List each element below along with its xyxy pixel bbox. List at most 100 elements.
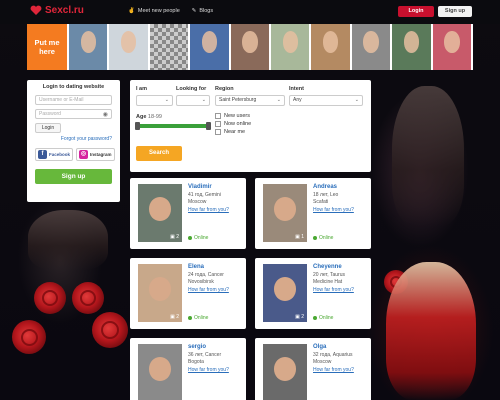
handshake-icon: ✌ [128,8,135,14]
profile-card[interactable]: Olga 32 года, Aquarius Moscow How far fr… [255,338,371,400]
photo-count: 2 [301,314,304,320]
featured-thumb[interactable] [109,24,148,70]
heart-icon [30,5,42,16]
online-dot [188,236,192,240]
distance-link[interactable]: How far from you? [188,287,229,293]
featured-thumb-blurred[interactable] [149,24,189,70]
chevron-down-icon: ⌄ [201,97,206,103]
profile-age-sign: 24 года, Cancer [188,272,224,278]
profile-name[interactable]: Vladimir [188,184,212,190]
search-panel: I am ⌄ Looking for ⌄ Region Saint Peters… [130,80,371,172]
profile-city: Medicine Hat [313,279,343,285]
checkbox-label: Now online [224,121,252,127]
region-select[interactable]: Saint Petersburg ⌄ [215,95,285,106]
now-online-checkbox[interactable]: Now online [215,121,251,127]
profile-city: Scafati [313,199,329,205]
top-nav: ✌ Meet new people ✎ Blogs [128,8,213,14]
featured-thumb[interactable] [311,24,350,70]
photo-count: 1 [301,234,304,240]
i-am-select[interactable]: ⌄ [136,95,173,106]
forgot-password-link[interactable]: Forgot your password? [35,136,112,142]
featured-thumb[interactable] [392,24,431,70]
featured-thumb[interactable] [190,24,229,70]
login-button[interactable]: Login [398,6,434,17]
profile-card[interactable]: ▣ 2 Cheyenne 20 лет, Taurus Medicine Hat… [255,258,371,329]
profile-photo[interactable] [263,344,307,400]
chevron-down-icon: ⌄ [164,97,169,103]
age-label-text: Age [136,114,147,120]
pen-icon: ✎ [191,8,197,14]
nav-meet-new-people[interactable]: ✌ Meet new people [128,8,180,14]
age-slider[interactable] [135,122,211,130]
photo-count: 2 [176,234,179,240]
profile-card[interactable]: ▣ 2 Vladimir 41 год, Gemini Moscow How f… [130,178,246,249]
search-button[interactable]: Search [136,146,182,161]
featured-thumb[interactable] [230,24,270,70]
profile-photo[interactable]: ▣ 2 [138,264,182,322]
looking-for-select[interactable]: ⌄ [176,95,210,106]
signup-panel-button[interactable]: Sign up [35,169,112,184]
age-slider-max-handle[interactable] [206,122,211,130]
distance-link[interactable]: How far from you? [188,367,229,373]
featured-thumb[interactable] [69,24,108,70]
profile-name[interactable]: Andreas [313,184,337,190]
profile-photo[interactable] [138,344,182,400]
login-submit-button[interactable]: Login [35,123,61,133]
nav-blogs[interactable]: ✎ Blogs [192,8,213,14]
profile-card[interactable]: sergio 36 лет, Cancer Bogota How far fro… [130,338,246,400]
rose-decoration [72,282,104,314]
profile-name[interactable]: Olga [313,344,326,350]
checkbox-box [215,129,221,135]
looking-for-label: Looking for [176,86,207,92]
near-me-checkbox[interactable]: Near me [215,129,245,135]
rose-decoration [34,282,66,314]
checkbox-box [215,121,221,127]
put-me-here-button[interactable]: Put me here [27,24,67,70]
profile-name[interactable]: Elena [188,264,204,270]
status-label: Online [319,235,334,241]
featured-thumb[interactable] [271,24,310,70]
signup-button[interactable]: Sign up [438,6,472,17]
profile-photo[interactable]: ▣ 2 [263,264,307,322]
age-label: Age 18-99 [136,114,162,120]
profile-name[interactable]: Cheyenne [313,264,342,270]
profile-age-sign: 20 лет, Taurus [313,272,346,278]
profile-age-sign: 41 год, Gemini [188,192,221,198]
profile-photo[interactable]: ▣ 1 [263,184,307,242]
profile-card[interactable]: ▣ 2 Elena 24 года, Cancer Novosibirsk Ho… [130,258,246,329]
profile-card[interactable]: ▣ 1 Andreas 18 лет, Leo Scafati How far … [255,178,371,249]
profile-age-sign: 36 лет, Cancer [188,352,222,358]
rose-decoration [12,320,46,354]
distance-link[interactable]: How far from you? [313,287,354,293]
featured-photo-strip: Put me here [27,24,473,70]
intent-select[interactable]: Any ⌄ [289,95,363,106]
intent-value: Any [293,97,302,103]
eye-icon[interactable]: ◉ [103,111,108,119]
username-field[interactable]: Username or E-Mail [35,95,112,105]
new-users-checkbox[interactable]: New users [215,113,250,119]
facebook-icon: f [38,150,47,159]
instagram-login-button[interactable]: ◎ Instagram [76,148,115,161]
camera-icon: ▣ 2 [170,234,179,240]
profile-city: Moscow [188,199,207,205]
profile-photo[interactable]: ▣ 2 [138,184,182,242]
checkbox-box [215,113,221,119]
password-field[interactable]: Password ◉ [35,109,112,119]
profile-name[interactable]: sergio [188,344,206,350]
model-figure-red-dress [386,262,476,400]
distance-link[interactable]: How far from you? [188,207,229,213]
facebook-login-button[interactable]: f Facebook [35,148,74,161]
distance-link[interactable]: How far from you? [313,367,354,373]
age-slider-min-handle[interactable] [135,122,140,130]
social-login: f Facebook ◎ Instagram [35,148,115,161]
online-dot [313,236,317,240]
chevron-down-icon: ⌄ [354,97,359,103]
profile-age-sign: 18 лет, Leo [313,192,339,198]
featured-thumb[interactable] [432,24,472,70]
featured-thumb[interactable] [351,24,391,70]
intent-label: Intent [289,86,304,92]
site-logo[interactable]: Sexcl.ru [30,5,84,16]
distance-link[interactable]: How far from you? [313,207,354,213]
chevron-down-icon: ⌄ [276,97,281,103]
camera-icon: ▣ 2 [170,314,179,320]
